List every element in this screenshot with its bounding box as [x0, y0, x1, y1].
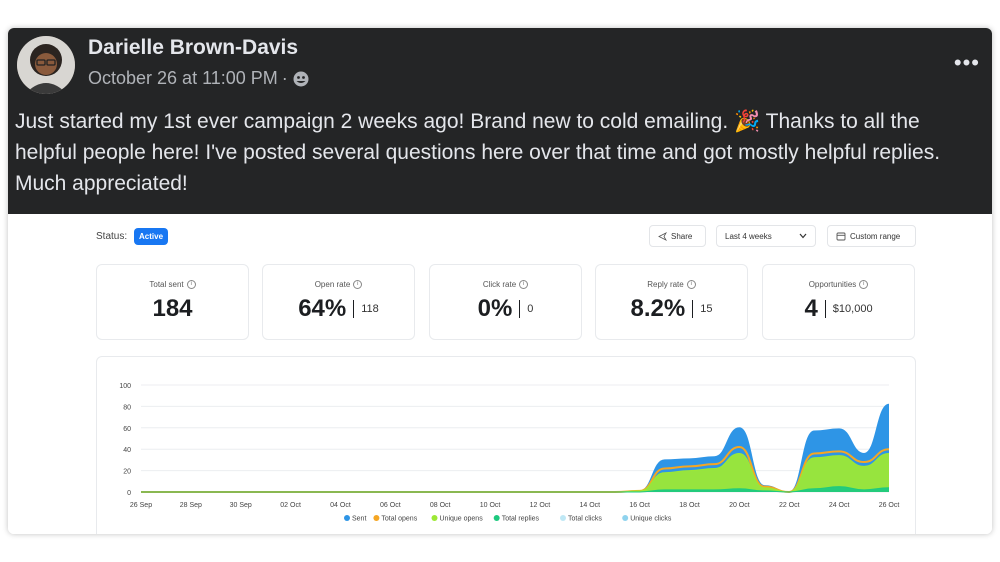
stat-sub-value: 118 [361, 303, 379, 315]
range-dropdown-value: Last 4 weeks [725, 231, 772, 241]
x-tick-label: 22 Oct [779, 502, 800, 509]
stat-label: Total sent [149, 280, 184, 289]
stat-value: 4 [804, 295, 818, 322]
x-tick-label: 06 Oct [380, 502, 401, 509]
custom-range-label: Custom range [850, 231, 901, 241]
stat-value: 64% [298, 295, 347, 322]
campaign-activity-chart: 0 20 40 60 80 100 26 Sep 28 Sep 30 Sep 02 Oct 04 O… [119, 383, 900, 523]
y-tick-label: 100 [119, 383, 131, 390]
series-line-sent [141, 403, 890, 493]
stat-sub-value: 0 [527, 303, 534, 315]
post-timestamp[interactable]: October 26 at 11:00 PM [88, 68, 278, 89]
x-tick-label: 24 Oct [829, 502, 850, 509]
legend-marker [622, 515, 629, 521]
stat-total-sent: Total sent i 184 [96, 264, 249, 340]
more-options-button[interactable]: ••• [954, 50, 980, 76]
stat-click-rate: Click rate i 0% 0 [429, 264, 582, 340]
campaign-dashboard-screenshot: Status: Active Share Last 4 weeks Custom… [8, 214, 992, 534]
legend-label: Unique opens [440, 516, 484, 523]
legend-label: Sent [352, 516, 366, 523]
chart-container: 0 20 40 60 80 100 26 Sep 28 Sep 30 Sep 02 Oct 04 O… [96, 356, 916, 534]
legend-marker [344, 515, 350, 521]
legend-label: Total clicks [568, 516, 602, 523]
stat-label: Reply rate [647, 280, 684, 289]
stat-divider [824, 300, 826, 318]
series-line-total-opens [141, 446, 890, 494]
x-tick-label: 20 Oct [729, 502, 750, 509]
status-label: Status: [96, 231, 128, 242]
post-header: Darielle Brown-Davis October 26 at 11:00… [8, 28, 992, 214]
legend-marker [560, 515, 566, 521]
share-label: Share [671, 231, 693, 241]
stat-label: Open rate [314, 280, 351, 289]
stat-value: 184 [152, 295, 193, 322]
stat-sub-value: $10,000 [832, 303, 873, 315]
stat-divider [519, 300, 521, 318]
post-meta: October 26 at 11:00 PM · [88, 68, 310, 89]
custom-range-button[interactable]: Custom range [827, 225, 916, 247]
legend-label: Total replies [502, 516, 540, 523]
y-tick-label: 60 [123, 426, 131, 433]
stat-label: Opportunities [808, 280, 857, 289]
x-tick-label: 08 Oct [430, 502, 451, 509]
legend-marker [493, 515, 500, 521]
author-name[interactable]: Darielle Brown-Davis [88, 36, 298, 60]
series-line-unique-opens [141, 452, 890, 493]
legend-marker [373, 515, 380, 521]
post-text: Just started my 1st ever campaign 2 week… [15, 110, 941, 195]
avatar[interactable] [17, 36, 75, 94]
info-icon[interactable]: i [859, 280, 869, 290]
facebook-post-card: Darielle Brown-Davis October 26 at 11:00… [8, 28, 992, 534]
chevron-down-icon [799, 233, 807, 239]
share-icon [658, 231, 667, 241]
y-tick-label: 80 [123, 404, 131, 411]
stat-value: 8.2% [630, 295, 686, 322]
x-tick-label: 18 Oct [679, 502, 700, 509]
info-icon[interactable]: i [686, 280, 696, 290]
x-tick-label: 28 Sep [180, 502, 202, 509]
x-tick-label: 26 Oct [879, 502, 900, 509]
series-area-unique-opens [141, 453, 889, 492]
y-tick-label: 0 [127, 490, 131, 497]
legend-label: Total opens [381, 516, 417, 523]
x-tick-label: 04 Oct [330, 502, 351, 509]
info-icon[interactable]: i [519, 280, 529, 290]
series-area-total-opens [141, 447, 889, 492]
x-tick-label: 16 Oct [629, 502, 650, 509]
legend-marker [431, 515, 438, 521]
y-tick-label: 40 [123, 447, 131, 454]
series-area-sent [141, 404, 889, 492]
avatar-icon [17, 36, 75, 94]
stat-opportunities: Opportunities i 4 $10,000 [762, 264, 915, 340]
info-icon[interactable]: i [353, 280, 363, 290]
range-dropdown[interactable]: Last 4 weeks [716, 225, 816, 247]
stat-reply-rate: Reply rate i 8.2% 15 [595, 264, 748, 340]
info-icon[interactable]: i [186, 280, 196, 290]
stat-divider [692, 300, 694, 318]
status-badge: Active [134, 228, 169, 245]
share-button[interactable]: Share [649, 225, 706, 247]
x-tick-label: 12 Oct [530, 502, 551, 509]
stat-value: 0% [477, 295, 513, 322]
stat-label: Click rate [482, 280, 517, 289]
calendar-icon [836, 232, 846, 241]
y-tick-label: 20 [123, 469, 131, 476]
stat-sub-value: 15 [700, 303, 713, 315]
x-tick-label: 26 Sep [130, 502, 152, 509]
legend-label: Unique clicks [630, 516, 672, 523]
stat-divider [353, 300, 355, 318]
x-tick-label: 02 Oct [280, 502, 301, 509]
friends-icon[interactable] [292, 70, 310, 88]
x-tick-label: 14 Oct [579, 502, 600, 509]
meta-separator: · [281, 68, 288, 88]
x-tick-label: 30 Sep [230, 502, 252, 509]
stat-open-rate: Open rate i 64% 118 [262, 264, 415, 340]
x-tick-label: 10 Oct [480, 502, 501, 509]
